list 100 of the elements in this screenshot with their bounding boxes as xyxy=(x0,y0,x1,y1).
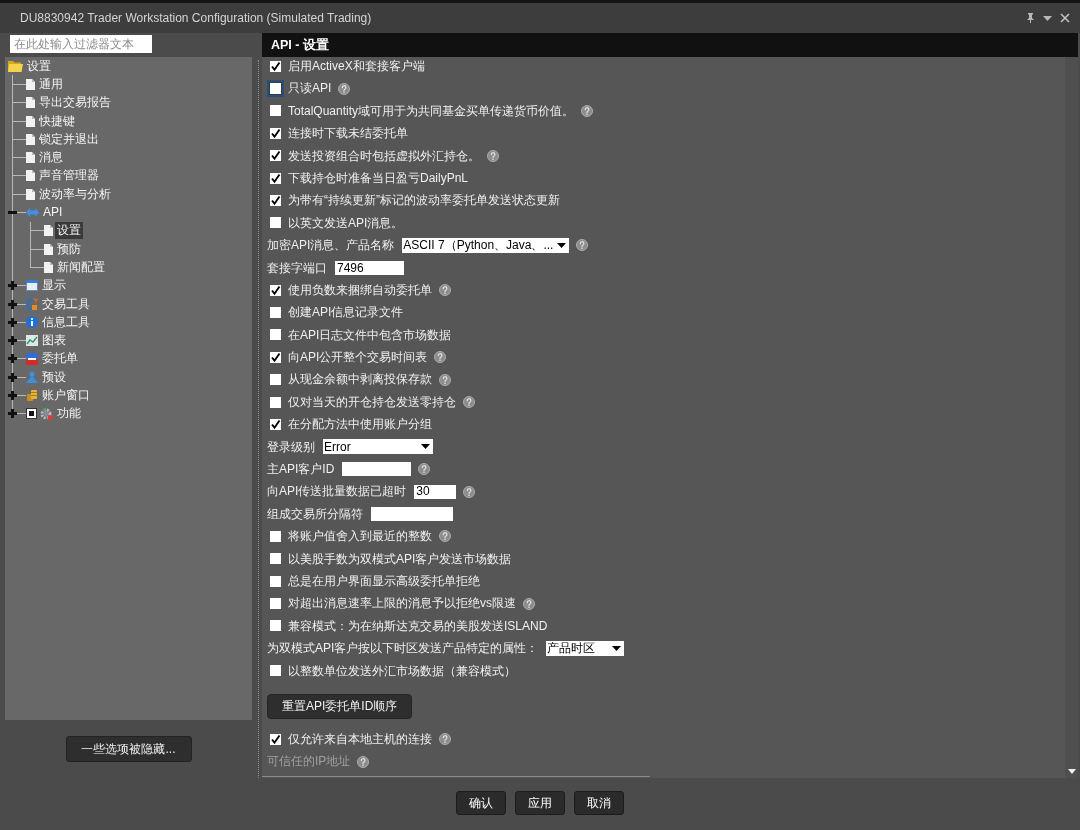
checkbox[interactable] xyxy=(270,620,281,632)
expand-icon[interactable] xyxy=(8,336,17,346)
checkbox[interactable] xyxy=(270,329,281,341)
tree-item[interactable]: 波动率与分析 xyxy=(37,185,113,203)
checkbox[interactable] xyxy=(270,553,281,565)
checkbox[interactable] xyxy=(270,105,281,117)
tree-item[interactable]: 消息 xyxy=(37,149,65,167)
tree-item[interactable]: 功能 xyxy=(55,405,83,423)
tree-item[interactable]: 显示 xyxy=(40,277,68,295)
checkbox[interactable] xyxy=(270,195,281,207)
page-icon xyxy=(26,133,35,145)
expand-icon[interactable] xyxy=(8,409,17,419)
page-icon xyxy=(44,261,53,273)
dialog-button[interactable]: 确认 xyxy=(456,791,506,815)
tree-item[interactable]: 声音管理器 xyxy=(37,167,101,185)
tree-item[interactable]: 预设 xyxy=(40,368,68,386)
help-icon[interactable] xyxy=(338,82,351,95)
checkbox[interactable] xyxy=(270,307,281,318)
help-icon[interactable] xyxy=(439,530,451,543)
dialog-button[interactable]: 取消 xyxy=(574,791,624,815)
tree-item[interactable]: 图表 xyxy=(40,332,68,350)
dropdown[interactable]: 产品时区 xyxy=(546,640,625,656)
expand-icon[interactable] xyxy=(8,317,17,327)
expand-icon[interactable] xyxy=(8,372,17,382)
help-icon[interactable] xyxy=(439,373,451,386)
setting-label: 从现金余额中剥离投保存款 xyxy=(288,372,432,387)
pin-icon[interactable] xyxy=(1026,13,1035,23)
checkbox[interactable] xyxy=(270,530,281,542)
collapse-icon[interactable] xyxy=(8,208,17,217)
help-icon[interactable] xyxy=(434,351,447,364)
checkbox[interactable] xyxy=(270,374,281,386)
line-chart-icon xyxy=(26,335,38,347)
checkbox[interactable] xyxy=(270,217,281,229)
checkbox[interactable] xyxy=(270,733,281,745)
checkbox[interactable] xyxy=(270,598,281,610)
tree-item[interactable]: 设置 xyxy=(55,222,83,240)
setting-label: 只读API xyxy=(288,81,332,96)
input-field[interactable] xyxy=(342,462,412,477)
help-icon[interactable] xyxy=(487,149,499,162)
caret-icon[interactable] xyxy=(1043,15,1052,21)
checkbox[interactable] xyxy=(270,418,281,430)
page-icon xyxy=(26,115,35,127)
close-icon[interactable] xyxy=(1060,13,1070,23)
tree-item[interactable]: 设置 xyxy=(25,57,53,75)
input-field[interactable]: 30 xyxy=(414,484,457,499)
window-title: DU8830942 Trader Workstation Configuration (Simulated Trading) xyxy=(20,10,372,26)
checkbox[interactable] xyxy=(270,575,281,587)
help-icon[interactable] xyxy=(581,104,594,117)
dropdown[interactable]: ASCII 7（Python、Java、... xyxy=(402,237,570,253)
help-icon[interactable] xyxy=(463,485,476,498)
checkbox[interactable] xyxy=(26,408,37,420)
setting-label: 发送投资组合时包括虚拟外汇持仓。 xyxy=(288,148,480,163)
help-icon[interactable] xyxy=(439,284,451,297)
checkbox[interactable] xyxy=(270,60,281,72)
caret-icon xyxy=(421,444,430,450)
checkbox[interactable] xyxy=(270,150,281,162)
dropdown[interactable]: Error xyxy=(323,439,433,455)
checkbox[interactable] xyxy=(270,284,281,296)
checkbox[interactable] xyxy=(270,351,281,363)
tree-item[interactable]: 账户窗口 xyxy=(40,387,92,404)
checkbox[interactable] xyxy=(270,172,281,184)
tree-item[interactable]: 交易工具 xyxy=(40,295,92,313)
input-field[interactable] xyxy=(371,507,453,521)
expand-icon[interactable] xyxy=(8,281,17,291)
setting-label: 下载持仓时准备当日盈亏DailyPnL xyxy=(288,170,469,186)
help-icon[interactable] xyxy=(576,239,589,252)
scroll-down-icon[interactable] xyxy=(1067,769,1076,774)
tree-item[interactable]: 通用 xyxy=(37,75,65,93)
help-icon[interactable] xyxy=(418,463,431,476)
checkbox[interactable] xyxy=(270,127,281,139)
help-icon[interactable] xyxy=(523,597,535,610)
reset-button[interactable]: 重置API委托单ID顺序 xyxy=(267,693,413,719)
setting-label: 套接字端口 xyxy=(267,260,327,275)
tree-item[interactable]: 新闻配置 xyxy=(55,258,107,276)
checkbox[interactable] xyxy=(270,665,281,677)
panel-title: API - 设置 xyxy=(271,37,329,53)
coins-icon xyxy=(26,389,38,402)
tree-item[interactable]: 委托单 xyxy=(40,350,80,368)
dialog-button[interactable]: 应用 xyxy=(515,791,565,815)
expand-icon[interactable] xyxy=(8,354,17,364)
page-icon xyxy=(26,170,35,182)
page-icon xyxy=(26,152,35,164)
hidden-options-button[interactable]: 一些选项被隐藏... xyxy=(65,736,192,762)
tree-item[interactable]: 预防 xyxy=(55,240,83,258)
help-icon[interactable] xyxy=(463,396,475,409)
window-icon xyxy=(26,280,38,292)
tree-item[interactable]: 锁定并退出 xyxy=(37,130,101,148)
expand-icon[interactable] xyxy=(8,299,17,309)
tree-item[interactable]: 信息工具 xyxy=(40,313,92,331)
input-field[interactable]: 7496 xyxy=(335,260,404,275)
page-icon xyxy=(26,78,35,90)
circular-arrow-icon xyxy=(26,298,38,310)
checkbox[interactable] xyxy=(270,396,281,408)
tree-item[interactable]: 快捷键 xyxy=(37,112,77,130)
filter-field[interactable]: 在此处输入过滤器文本 xyxy=(10,35,152,53)
help-icon[interactable] xyxy=(439,733,451,746)
tree-item[interactable]: API xyxy=(41,204,65,221)
info-icon xyxy=(26,316,38,329)
expand-icon[interactable] xyxy=(8,391,17,400)
tree-item[interactable]: 导出交易报告 xyxy=(37,94,113,112)
